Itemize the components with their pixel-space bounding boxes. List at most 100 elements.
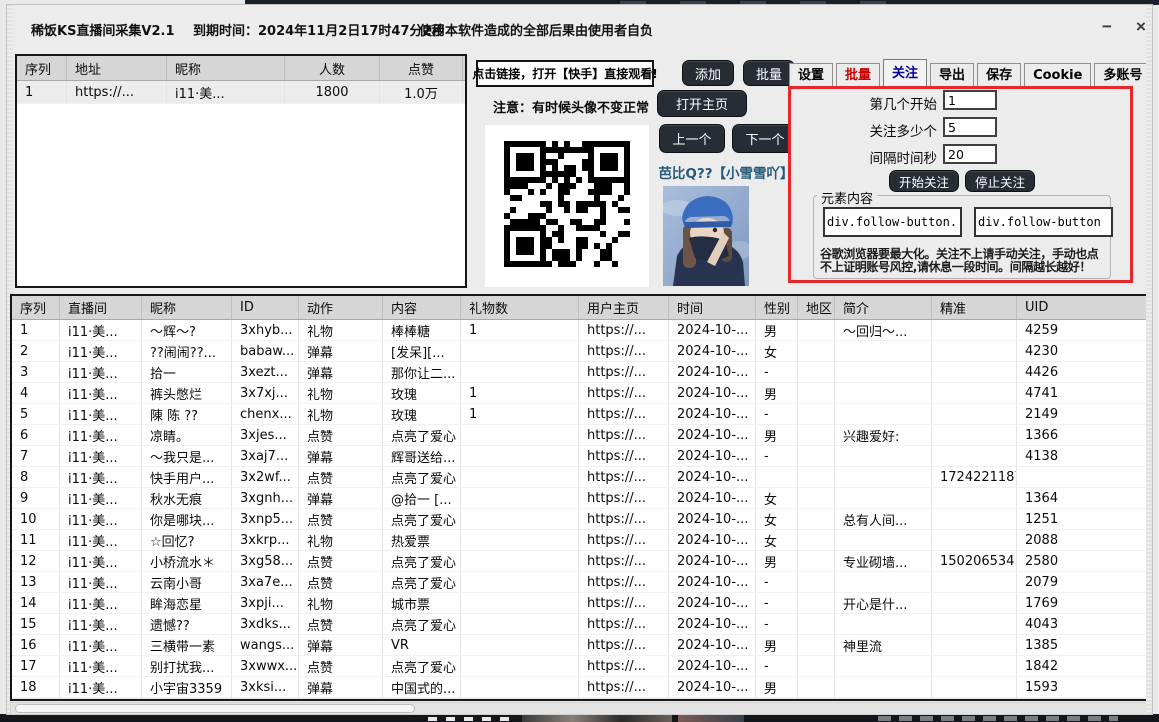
stop-follow-button[interactable]: 停止关注 — [965, 170, 1035, 192]
table-cell: 小宇宙3359 — [142, 677, 232, 697]
column-header[interactable]: 性别 — [756, 296, 798, 319]
table-row[interactable]: 13i11·美...云南小哥3xa7e...点赞点亮了爱心https://...… — [12, 572, 1148, 593]
table-cell — [798, 320, 835, 340]
table-row[interactable]: 11i11·美...☆回忆?3xkrp...礼物热爱票https://...20… — [12, 530, 1148, 551]
horizontal-scrollbar[interactable] — [10, 702, 1150, 715]
table-cell: 礼物 — [299, 320, 383, 340]
table-cell: @～我只... — [383, 698, 461, 701]
column-header[interactable]: 用户主页 — [579, 296, 669, 319]
table-row[interactable]: 19i11·美...芭比Q??...k1997...弹幕@～我只...https… — [12, 698, 1148, 701]
table-header: 序列直播间昵称ID动作内容礼物数用户主页时间性别地区简介精准UID — [12, 296, 1148, 320]
table-cell — [461, 341, 579, 361]
table-row[interactable]: 16i11·美...三横带一素wangs...弹幕VRhttps://...20… — [12, 635, 1148, 656]
batch-add-button[interactable]: 批量 — [743, 60, 795, 86]
scrollbar-thumb[interactable] — [15, 704, 415, 713]
table-row[interactable]: 4i11·美...裤头憋烂3x7xj...礼物玫瑰1https://...202… — [12, 383, 1148, 404]
tab-设置[interactable]: 设置 — [789, 63, 833, 88]
table-cell: i11·美... — [60, 698, 142, 701]
close-icon[interactable]: × — [1127, 15, 1155, 39]
tab-Cookie[interactable]: Cookie — [1024, 63, 1091, 88]
table-cell: 2024-10-... — [669, 614, 756, 634]
column-header[interactable]: 地址 — [67, 56, 167, 80]
column-header[interactable]: UID — [1017, 296, 1148, 319]
table-cell: 3xdks... — [232, 614, 299, 634]
column-header[interactable]: 序列 — [12, 296, 60, 319]
table-cell: i11·美... — [60, 320, 142, 340]
start-index-input[interactable] — [943, 90, 997, 110]
table-cell: 2088 — [1017, 530, 1148, 550]
table-row[interactable]: 2i11·美...??闹闹??...babaw...弹幕[发呆][...http… — [12, 341, 1148, 362]
table-cell: 1364 — [1017, 488, 1148, 508]
table-cell: i11·美... — [60, 530, 142, 550]
table-cell: 3xa7e... — [232, 572, 299, 592]
table-cell: 玫瑰 — [383, 383, 461, 403]
column-header[interactable]: 昵称 — [167, 56, 285, 80]
table-cell — [798, 446, 835, 466]
table-row[interactable]: 7i11·美...～我只是...3xaj7...弹幕辉哥送给...https:/… — [12, 446, 1148, 467]
open-homepage-button[interactable]: 打开主页 — [657, 90, 747, 117]
column-header[interactable]: 礼物数 — [461, 296, 579, 319]
table-cell: 2024-10-... — [669, 341, 756, 361]
column-header[interactable]: 内容 — [383, 296, 461, 319]
minimize-icon[interactable]: − — [1093, 15, 1121, 39]
table-cell: 2024-10-... — [669, 404, 756, 424]
table-cell: 1 — [12, 320, 60, 340]
element-content-label: 元素内容 — [817, 188, 877, 207]
table-cell: 快手用户... — [142, 467, 232, 487]
selector-input-left[interactable] — [823, 207, 962, 237]
column-header[interactable]: 昵称 — [142, 296, 232, 319]
table-row[interactable]: 6i11·美...凉睛。3xjes...点赞点亮了爱心https://...20… — [12, 425, 1148, 446]
table-cell: 神里流 — [835, 635, 932, 655]
table-cell: 点赞 — [299, 614, 383, 634]
taskbar-fragment — [678, 715, 744, 722]
previous-button[interactable]: 上一个 — [659, 124, 725, 153]
table-row[interactable]: 8i11·美...快手用户...3x2wf...点赞点亮了爱心https://.… — [12, 467, 1148, 488]
column-header[interactable]: 地区 — [798, 296, 835, 319]
tab-多账号[interactable]: 多账号 — [1094, 63, 1151, 88]
table-row[interactable]: 17i11·美...别打扰我...3xwwx...点赞点亮了爱心https://… — [12, 656, 1148, 677]
column-header[interactable]: 直播间 — [60, 296, 142, 319]
table-cell: - — [756, 656, 798, 676]
table-cell: 男 — [756, 551, 798, 571]
table-cell — [798, 362, 835, 382]
follow-count-input[interactable] — [943, 117, 997, 137]
table-cell — [798, 488, 835, 508]
column-header[interactable]: 序列 — [17, 56, 67, 80]
table-row[interactable]: 3i11·美...拾一3xezt...弹幕那你让二...https://...2… — [12, 362, 1148, 383]
table-cell: 2024-10-... — [669, 530, 756, 550]
add-button[interactable]: 添加 — [682, 60, 734, 86]
table-cell — [798, 698, 835, 701]
table-row[interactable]: 15i11·美...遗憾??3xdks...点赞点亮了爱心https://...… — [12, 614, 1148, 635]
table-cell: 8840 — [1017, 698, 1148, 701]
tab-批量[interactable]: 批量 — [836, 63, 880, 88]
table-cell: 2022-10-1... — [835, 698, 932, 701]
column-header[interactable]: 精准 — [932, 296, 1017, 319]
qr-panel — [485, 125, 649, 287]
column-header[interactable]: 简介 — [835, 296, 932, 319]
table-cell: 14 — [12, 593, 60, 613]
table-row[interactable]: 10i11·美...你是哪块...3xnp5...点赞点亮了爱心https://… — [12, 509, 1148, 530]
start-follow-button[interactable]: 开始关注 — [889, 170, 959, 192]
tab-关注[interactable]: 关注 — [883, 59, 927, 88]
selector-input-right[interactable] — [974, 207, 1113, 237]
tab-导出[interactable]: 导出 — [930, 63, 974, 88]
column-header[interactable]: 动作 — [299, 296, 383, 319]
open-kuaishou-link-button[interactable]: 点击链接，打开【快手】直接观看! — [476, 60, 654, 87]
column-header[interactable]: ID — [232, 296, 299, 319]
table-row[interactable]: 18i11·美...小宇宙33593xksi...弹幕中国式的...https:… — [12, 677, 1148, 698]
table-cell: 弹幕 — [299, 341, 383, 361]
table-row[interactable]: 12i11·美...小桥流水＊3xg58...点赞点亮了爱心https://..… — [12, 551, 1148, 572]
table-cell — [932, 635, 1017, 655]
interval-input[interactable] — [943, 144, 997, 164]
table-row[interactable]: 9i11·美...秋水无痕3xgnh...弹幕@拾一 [...https://.… — [12, 488, 1148, 509]
tab-保存[interactable]: 保存 — [977, 63, 1021, 88]
table-cell: 4 — [12, 383, 60, 403]
column-header[interactable]: 点赞 — [380, 56, 463, 80]
table-row[interactable]: 5i11·美...陳 陈 ??chenx...礼物玫瑰1https://...2… — [12, 404, 1148, 425]
table-cell: 棒棒糖 — [383, 320, 461, 340]
table-row[interactable]: 1i11·美...～辉～?3xhyb...礼物棒棒糖1https://...20… — [12, 320, 1148, 341]
column-header[interactable]: 时间 — [669, 296, 756, 319]
table-row[interactable]: 1https://...i11·美...18001.0万 — [17, 81, 465, 104]
column-header[interactable]: 人数 — [285, 56, 380, 80]
table-row[interactable]: 14i11·美...眸海恋星3xpji...礼物城市票https://...20… — [12, 593, 1148, 614]
